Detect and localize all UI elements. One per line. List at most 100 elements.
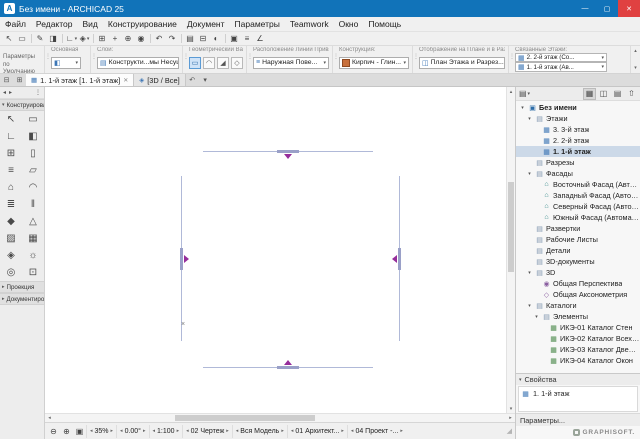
tab-3d[interactable]: ◈ [3D / Все] bbox=[134, 74, 185, 86]
tree-item[interactable]: ▤ Рабочие Листы bbox=[516, 234, 640, 245]
tree-item[interactable]: ▦ ИКЭ-02 Каталог Всех Проемов bbox=[516, 333, 640, 344]
tree-item[interactable]: ▦ ИКЭ-03 Каталог Дверей bbox=[516, 344, 640, 355]
menu-item[interactable]: Редактор bbox=[31, 17, 78, 31]
settings-button[interactable]: Параметры... bbox=[520, 416, 565, 425]
shell-tool[interactable]: ◠ bbox=[22, 179, 44, 196]
elevation-marker-east[interactable] bbox=[399, 176, 400, 341]
zoom-percent-combo[interactable]: ◂ 35% ▸ bbox=[86, 425, 116, 438]
layers-icon[interactable]: ▤ bbox=[184, 33, 197, 45]
slab-tool[interactable]: ▱ bbox=[22, 162, 44, 179]
stories-icon[interactable]: ⊟ bbox=[197, 33, 210, 45]
expand-arrow-icon[interactable]: ▾ bbox=[526, 270, 533, 276]
collapse-panel-icon[interactable]: ◂ bbox=[3, 89, 6, 96]
mesh-tool[interactable]: △ bbox=[22, 213, 44, 230]
curtain-wall-tool[interactable]: ▦ bbox=[22, 230, 44, 247]
expand-arrow-icon[interactable]: ▾ bbox=[533, 314, 540, 320]
drag-dots-icon[interactable]: ⋮ bbox=[35, 89, 41, 96]
vertical-scrollbar[interactable]: ▴ ▾ bbox=[506, 87, 515, 413]
spinner-right-icon[interactable]: ▸ bbox=[111, 428, 114, 434]
scroll-down-icon[interactable]: ▾ bbox=[507, 404, 515, 413]
toolbar-button[interactable] bbox=[181, 34, 182, 43]
trim-icon[interactable]: ◨ bbox=[47, 33, 60, 45]
structure-combo[interactable]: Кирпич - Глин... ▾ bbox=[339, 57, 409, 69]
curved-wall-icon[interactable]: ◠ bbox=[203, 57, 215, 69]
spinner-right-icon[interactable]: ▸ bbox=[177, 428, 180, 434]
tree-item[interactable]: ▦ 3. 3-й этаж bbox=[516, 124, 640, 135]
toolbox-section-design[interactable]: ▾ Конструирован bbox=[0, 99, 44, 111]
tree-item[interactable]: ▦ 1. 1-й этаж bbox=[516, 146, 640, 157]
object-tool[interactable]: ◈ bbox=[0, 247, 22, 264]
beam-tool[interactable]: ≡ bbox=[0, 162, 22, 179]
zoom-in-icon[interactable]: ⊕ bbox=[60, 425, 73, 438]
expand-arrow-icon[interactable]: ▾ bbox=[526, 303, 533, 309]
zone-tool[interactable]: ▨ bbox=[0, 230, 22, 247]
fit-in-window-icon[interactable]: ▣ bbox=[73, 425, 86, 438]
scroll-down-icon[interactable]: ▾ bbox=[634, 65, 637, 71]
spinner-right-icon[interactable]: ▸ bbox=[341, 428, 344, 434]
spinner-left-icon[interactable]: ◂ bbox=[351, 428, 354, 434]
project-chooser-icon[interactable]: ▤ ▾ bbox=[518, 88, 531, 100]
scroll-up-icon[interactable]: ▴ bbox=[634, 48, 637, 54]
elevation-marker-north[interactable] bbox=[203, 151, 373, 152]
top-link-story-combo[interactable]: ▦ 2. 2-й этаж (Со... ▾ bbox=[515, 53, 607, 63]
horizontal-scroll-thumb[interactable] bbox=[175, 415, 315, 421]
reference-line-combo[interactable]: ≡ Наружная Пове... ▾ bbox=[253, 57, 329, 69]
spinner-left-icon[interactable]: ◂ bbox=[90, 428, 93, 434]
group-icon[interactable]: ▣ bbox=[228, 33, 241, 45]
roof-tool[interactable]: ⌂ bbox=[0, 179, 22, 196]
stair-tool[interactable]: ≣ bbox=[0, 196, 22, 213]
tree-item[interactable]: ▤ Разрезы bbox=[516, 157, 640, 168]
layout-book-icon[interactable]: ▤ bbox=[611, 88, 624, 100]
snap-points-icon[interactable]: ◉ bbox=[135, 33, 148, 45]
scroll-up-icon[interactable]: ▴ bbox=[507, 87, 515, 96]
marquee-icon[interactable]: ▭ bbox=[16, 33, 29, 45]
horizontal-scrollbar[interactable]: ◂ ▸ bbox=[45, 413, 515, 422]
spinner-right-icon[interactable]: ▸ bbox=[400, 428, 403, 434]
tree-item[interactable]: ▦ ИКЭ-04 Каталог Окон bbox=[516, 355, 640, 366]
object-dropdown-icon[interactable]: ◈ ▾ bbox=[78, 33, 91, 45]
maximize-button[interactable]: ▢ bbox=[596, 0, 618, 17]
tree-item[interactable]: ⌂ Северный Фасад (Автоматиче bbox=[516, 201, 640, 212]
tree-item[interactable]: ▾ ▤ Фасады bbox=[516, 168, 640, 179]
orientation-combo[interactable]: ◂ 0.00° ▸ bbox=[116, 425, 148, 438]
toolbar-button[interactable] bbox=[225, 34, 226, 43]
menu-item[interactable]: Окно bbox=[334, 17, 364, 31]
morph-tool[interactable]: ◆ bbox=[0, 213, 22, 230]
tree-item[interactable]: ◇ Общая Аксонометрия bbox=[516, 289, 640, 300]
wall-default-settings-button[interactable]: ◧ ▾ bbox=[51, 57, 81, 69]
wall-tool[interactable]: ∟ bbox=[0, 128, 22, 145]
opening-tool[interactable]: ◎ bbox=[0, 264, 22, 281]
straight-wall-icon[interactable]: ▭ bbox=[189, 57, 201, 69]
menu-item[interactable]: Документ bbox=[182, 17, 230, 31]
pencil-icon[interactable]: ✎ bbox=[34, 33, 47, 45]
guide-lines-icon[interactable]: + bbox=[109, 33, 122, 45]
vertical-scroll-thumb[interactable] bbox=[508, 182, 514, 272]
properties-header[interactable]: ▾ Свойства bbox=[516, 373, 640, 385]
spinner-right-icon[interactable]: ▸ bbox=[226, 428, 229, 434]
trapezoid-wall-icon[interactable]: ◢ bbox=[217, 57, 229, 69]
menu-item[interactable]: Помощь bbox=[363, 17, 406, 31]
elevation-marker-west[interactable] bbox=[181, 176, 182, 341]
zoom-out-icon[interactable]: ⊖ bbox=[47, 425, 60, 438]
tree-item[interactable]: ▦ ИКЭ-01 Каталог Стен bbox=[516, 322, 640, 333]
expand-arrow-icon[interactable]: ▾ bbox=[519, 105, 526, 111]
drag-dots-icon[interactable]: ⋮ bbox=[247, 53, 253, 60]
3d-window-icon[interactable]: ◐ bbox=[210, 33, 223, 45]
tree-item[interactable]: ▦ 2. 2-й этаж bbox=[516, 135, 640, 146]
publisher-icon[interactable]: ⇧ bbox=[625, 88, 638, 100]
redo-icon[interactable]: ↷ bbox=[166, 33, 179, 45]
layer-combo[interactable]: ▤ Конструкти...мы Несущие ▾ bbox=[97, 57, 179, 69]
tab-floor-plan[interactable]: ▦ 1. 1-й этаж [1. 1-й этаж] ✕ bbox=[26, 74, 134, 86]
drag-dots-icon[interactable]: ⋮ bbox=[333, 53, 339, 60]
tab-menu-icon[interactable]: ▾ bbox=[199, 74, 212, 86]
tree-item[interactable]: ◉ Общая Перспектива bbox=[516, 278, 640, 289]
tree-item[interactable]: ⌂ Восточный Фасад (Автомати bbox=[516, 179, 640, 190]
window-tool[interactable]: ⊞ bbox=[0, 145, 22, 162]
partial-structure-combo[interactable]: ◂ Вся Модель ▸ bbox=[232, 425, 287, 438]
close-button[interactable]: ✕ bbox=[618, 0, 640, 17]
grid-snap-icon[interactable]: ⊞ bbox=[96, 33, 109, 45]
railing-tool[interactable]: ‖ bbox=[22, 196, 44, 213]
tree-item[interactable]: ▾ ▣ Без имени bbox=[516, 102, 640, 113]
gravity-icon[interactable]: ⊕ bbox=[122, 33, 135, 45]
expand-arrow-icon[interactable]: ▾ bbox=[526, 116, 533, 122]
